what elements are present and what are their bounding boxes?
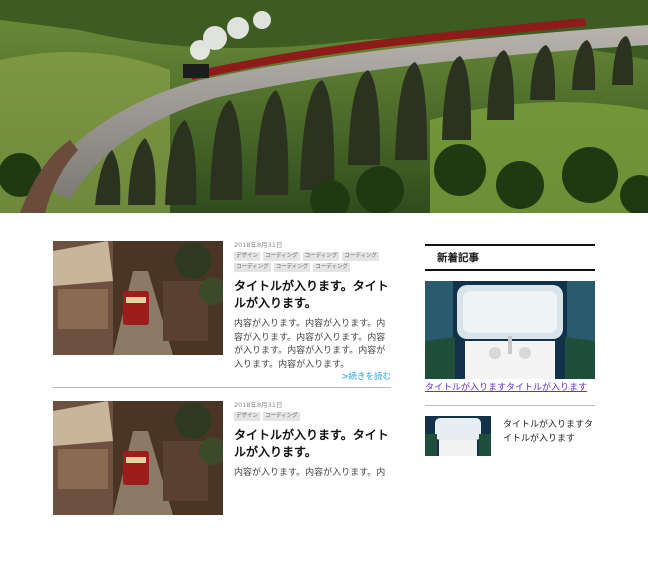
- post-card: 2018年8月31日 デザイン コーディング コーディング コーディング コーデ…: [53, 241, 391, 401]
- tag[interactable]: コーディング: [234, 263, 271, 272]
- post-date: 2018年8月31日: [234, 401, 283, 409]
- post-excerpt: 内容が入ります。内容が入ります。内容が入ります。内容が入ります。内容が入ります。…: [234, 319, 386, 370]
- post-list: 2018年8月31日 デザイン コーディング コーディング コーディング コーデ…: [53, 241, 391, 561]
- sidebar-article-title[interactable]: タイトルが入りますタイトルが入ります: [503, 418, 595, 446]
- post-card: 2018年8月31日 デザイン コーディング タイトルが入ります。タイトルが入り…: [53, 401, 391, 561]
- hero-image: [0, 0, 648, 213]
- post-date: 2018年8月31日: [234, 241, 283, 249]
- tag[interactable]: デザイン: [234, 252, 261, 261]
- post-title[interactable]: タイトルが入ります。タイトルが入ります。: [234, 427, 391, 461]
- post-excerpt: 内容が入ります。内容が入ります。内: [234, 468, 386, 478]
- sidebar-article-item[interactable]: タイトルが入りますタイトルが入ります: [425, 416, 595, 466]
- sidebar: 新着記事 タイトルが入りますタイトルが入ります タイトルが入りますタイトルが入り…: [425, 241, 595, 466]
- post-title[interactable]: タイトルが入ります。タイトルが入ります。: [234, 278, 391, 312]
- tag[interactable]: コーディング: [263, 252, 300, 261]
- tag-list: デザイン コーディング コーディング コーディング コーディング コーディング …: [234, 252, 384, 272]
- tag-list: デザイン コーディング: [234, 412, 384, 421]
- sidebar-article-thumbnail[interactable]: [425, 416, 491, 456]
- tag[interactable]: コーディング: [302, 252, 340, 261]
- tag[interactable]: コーディング: [263, 412, 300, 421]
- tag[interactable]: デザイン: [234, 412, 261, 421]
- featured-article-link[interactable]: タイトルが入りますタイトルが入ります: [425, 382, 595, 395]
- tag[interactable]: コーディング: [313, 263, 350, 272]
- post-thumbnail[interactable]: [53, 401, 223, 515]
- sidebar-heading: 新着記事: [425, 244, 595, 271]
- read-more-link[interactable]: >続きを読む: [341, 370, 391, 382]
- tag[interactable]: コーディング: [273, 263, 311, 272]
- featured-article-image[interactable]: [425, 281, 595, 379]
- tag[interactable]: コーディング: [342, 252, 379, 261]
- post-divider: [53, 387, 391, 388]
- sidebar-divider: [425, 405, 595, 406]
- post-thumbnail[interactable]: [53, 241, 223, 355]
